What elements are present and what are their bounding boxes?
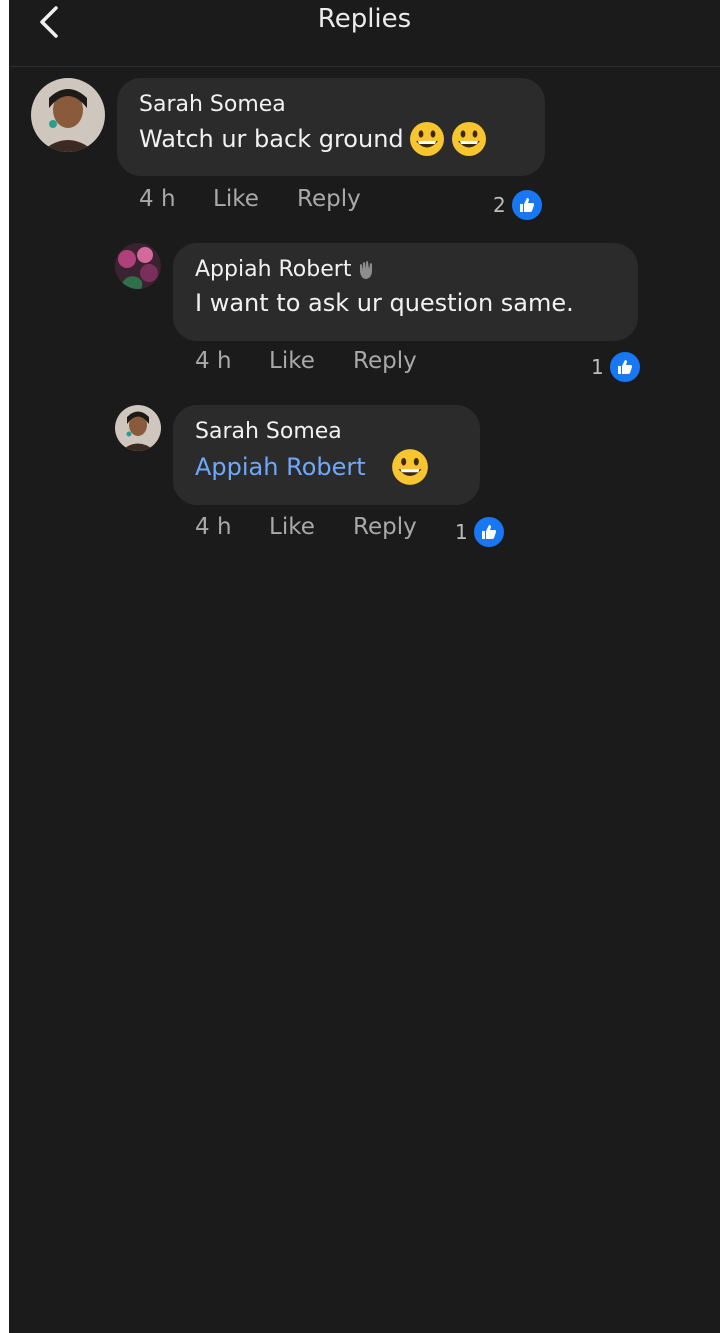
comment-time: 4 h	[195, 348, 232, 374]
avatar-appiah-robert[interactable]	[115, 243, 161, 289]
like-count[interactable]: 1	[591, 350, 642, 384]
page-title: Replies	[317, 4, 412, 34]
comment-author[interactable]: Sarah Somea	[139, 90, 523, 120]
replies-screen: Replies Sarah Somea Watch ur back ground	[9, 0, 720, 1333]
user-photo-icon	[31, 78, 105, 152]
like-button[interactable]: Like	[269, 348, 353, 374]
comment-bubble[interactable]: Sarah Somea Watch ur back ground	[117, 78, 545, 176]
grinning-face-emoji-icon	[409, 122, 444, 156]
comment-text-content: Watch ur back ground	[139, 125, 404, 153]
avatar-sarah-somea[interactable]	[115, 405, 161, 451]
comment-bubble[interactable]: Sarah Somea Appiah Robert	[173, 405, 480, 505]
comment-text: Appiah Robert	[195, 447, 458, 487]
comment-actions: 4 h Like Reply	[195, 348, 417, 374]
like-count[interactable]: 2	[493, 188, 544, 222]
like-count-value: 2	[493, 193, 506, 217]
comment-bubble[interactable]: Appiah Robert I want to ask ur question …	[173, 243, 638, 341]
comment-text: I want to ask ur question same.	[195, 289, 574, 317]
comment-actions: 4 h Like Reply	[139, 186, 361, 212]
grinning-face-emoji-icon	[451, 122, 486, 156]
grinning-face-emoji-icon	[391, 449, 428, 485]
user-photo-icon	[115, 243, 161, 289]
waving-hand-icon	[360, 261, 373, 279]
comment-time: 4 h	[139, 186, 176, 212]
mention-link[interactable]: Appiah Robert	[195, 449, 366, 485]
comment-time: 4 h	[195, 514, 232, 540]
reply-button[interactable]: Reply	[353, 514, 417, 540]
user-photo-icon	[115, 405, 161, 451]
thumbs-up-icon	[607, 350, 642, 384]
avatar-sarah-somea[interactable]	[31, 78, 105, 152]
comment-author[interactable]: Sarah Somea	[195, 417, 458, 447]
like-count-value: 1	[591, 355, 604, 379]
like-count[interactable]: 1	[455, 515, 506, 549]
thumbs-up-icon	[509, 188, 544, 222]
comment-text: Watch ur back ground	[139, 120, 523, 158]
like-button[interactable]: Like	[269, 514, 353, 540]
header-bar: Replies	[9, 0, 720, 67]
comment-actions: 4 h Like Reply	[195, 514, 417, 540]
comment-author[interactable]: Appiah Robert	[195, 255, 616, 285]
reply-button[interactable]: Reply	[353, 348, 417, 374]
like-button[interactable]: Like	[213, 186, 297, 212]
comment-author-name: Appiah Robert	[195, 257, 352, 282]
thumbs-up-icon	[471, 515, 506, 549]
like-count-value: 1	[455, 520, 468, 544]
reply-button[interactable]: Reply	[297, 186, 361, 212]
